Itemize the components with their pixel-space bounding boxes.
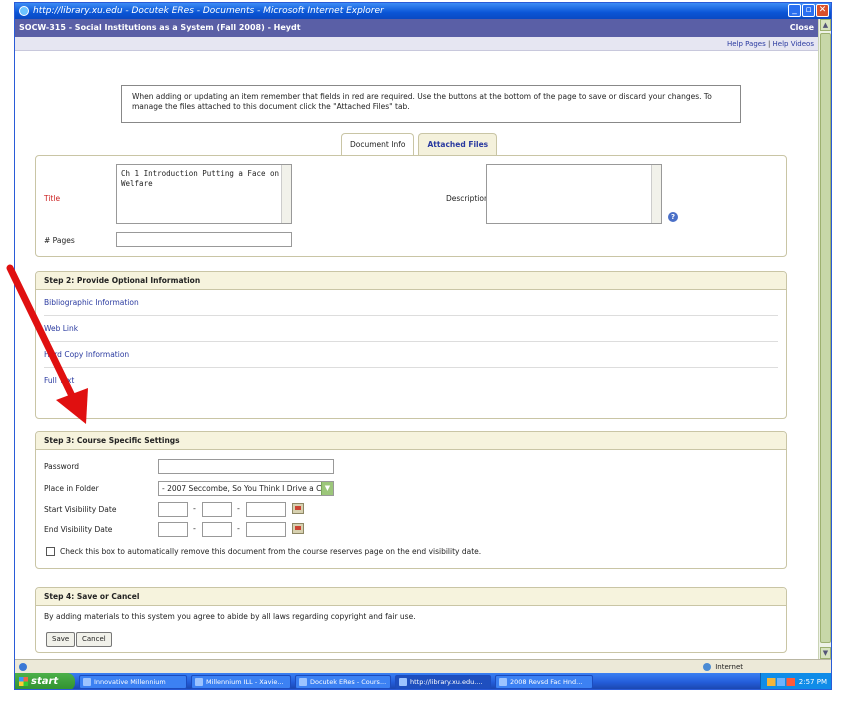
scroll-thumb[interactable] (820, 33, 831, 643)
chevron-down-icon[interactable]: ▼ (321, 482, 333, 495)
auto-remove-checkbox[interactable] (46, 547, 55, 556)
web-link-link[interactable]: Web Link (44, 316, 778, 342)
course-title: SOCW-315 - Social Institutions as a Syst… (19, 23, 301, 32)
calendar-icon[interactable] (292, 523, 304, 534)
taskbar-item[interactable]: Innovative Millennium (79, 675, 187, 689)
date-separator: - (193, 504, 196, 513)
taskbar: start Innovative Millennium Millennium I… (15, 673, 831, 689)
help-bar: Help Pages | Help Videos (15, 37, 818, 51)
system-tray: 2:57 PM (759, 673, 831, 689)
zone-label: Internet (715, 663, 743, 671)
browser-window: http://library.xu.edu - Docutek ERes - D… (14, 2, 832, 690)
auto-remove-label: Check this box to automatically remove t… (60, 547, 482, 556)
save-button[interactable]: Save (46, 632, 76, 647)
folder-selected-value: - 2007 Seccombe, So You Think I Drive a … (162, 484, 334, 493)
course-header: SOCW-315 - Social Institutions as a Syst… (15, 19, 818, 37)
help-pages-link[interactable]: Help Pages (727, 40, 766, 48)
page-content: When adding or updating an item remember… (15, 51, 818, 659)
maximize-icon[interactable]: ▫ (802, 4, 815, 17)
globe-icon (703, 663, 712, 671)
password-label: Password (44, 462, 80, 471)
taskbar-item[interactable]: Millennium ILL - Xavie... (191, 675, 291, 689)
close-icon[interactable]: ✕ (816, 4, 829, 17)
step3-header: Step 3: Course Specific Settings (36, 432, 786, 450)
start-day-field[interactable] (202, 502, 232, 517)
description-field[interactable] (486, 164, 662, 224)
start-month-field[interactable] (158, 502, 188, 517)
folder-label: Place in Folder (44, 484, 99, 493)
taskbar-item[interactable]: Docutek ERes - Cours... (295, 675, 391, 689)
step4-header: Step 4: Save or Cancel (36, 588, 786, 606)
description-label: Description (446, 194, 489, 203)
calendar-icon[interactable] (292, 503, 304, 514)
scroll-up-icon[interactable]: ▲ (820, 19, 831, 31)
document-info-panel: Title Ch 1 Introduction Putting a Face o… (35, 155, 787, 257)
date-separator: - (237, 524, 240, 533)
cancel-button[interactable]: Cancel (76, 632, 112, 647)
instructions-notice: When adding or updating an item remember… (121, 85, 741, 123)
start-button[interactable]: start (15, 673, 75, 689)
screenshot: http://library.xu.edu - Docutek ERes - D… (0, 0, 845, 708)
status-bar: Internet (15, 659, 831, 674)
taskbar-item[interactable]: 2008 Revsd Fac Hnd... (495, 675, 593, 689)
title-value: Ch 1 Introduction Putting a Face on Welf… (121, 169, 280, 188)
clock: 2:57 PM (798, 678, 827, 686)
vertical-scrollbar[interactable]: ▲ ▼ (818, 19, 831, 659)
title-label: Title (44, 194, 61, 203)
start-date-label: Start Visibility Date (44, 505, 117, 514)
window-controls: _ ▫ ✕ (788, 4, 829, 17)
title-bar: http://library.xu.edu - Docutek ERes - D… (15, 3, 831, 19)
pages-field[interactable] (116, 232, 292, 247)
minimize-icon[interactable]: _ (788, 4, 801, 17)
end-month-field[interactable] (158, 522, 188, 537)
tab-attached-files[interactable]: Attached Files (418, 133, 498, 155)
scroll-down-icon[interactable]: ▼ (820, 647, 831, 659)
optional-info-panel: Step 2: Provide Optional Information Bib… (35, 271, 787, 419)
end-date-label: End Visibility Date (44, 525, 113, 534)
help-separator: | (765, 40, 773, 48)
pages-label: # Pages (44, 236, 75, 245)
step2-header: Step 2: Provide Optional Information (36, 272, 786, 290)
security-zone: Internet (703, 660, 743, 674)
end-day-field[interactable] (202, 522, 232, 537)
title-field[interactable]: Ch 1 Introduction Putting a Face on Welf… (116, 164, 292, 224)
date-separator: - (237, 504, 240, 513)
hard-copy-info-link[interactable]: Hard Copy Information (44, 342, 778, 368)
tab-bar: Document Info Attached Files (341, 133, 498, 155)
bibliographic-info-link[interactable]: Bibliographic Information (44, 290, 778, 316)
page-icon (19, 663, 27, 671)
end-year-field[interactable] (246, 522, 286, 537)
title-scrollbar[interactable] (281, 165, 291, 223)
course-settings-panel: Step 3: Course Specific Settings Passwor… (35, 431, 787, 569)
date-separator: - (193, 524, 196, 533)
start-year-field[interactable] (246, 502, 286, 517)
taskbar-item[interactable]: http://library.xu.edu.... (395, 675, 491, 689)
ie-icon (19, 6, 29, 16)
help-icon[interactable]: ? (668, 212, 678, 222)
close-link[interactable]: Close (790, 19, 814, 37)
description-scrollbar[interactable] (651, 165, 661, 223)
save-cancel-panel: Step 4: Save or Cancel By adding materia… (35, 587, 787, 653)
copyright-notice: By adding materials to this system you a… (44, 612, 416, 621)
help-videos-link[interactable]: Help Videos (773, 40, 814, 48)
window-title: http://library.xu.edu - Docutek ERes - D… (33, 6, 384, 16)
password-field[interactable] (158, 459, 334, 474)
folder-select[interactable]: - 2007 Seccombe, So You Think I Drive a … (158, 481, 334, 496)
full-text-link[interactable]: Full Text (44, 368, 778, 394)
tab-document-info[interactable]: Document Info (341, 133, 415, 155)
